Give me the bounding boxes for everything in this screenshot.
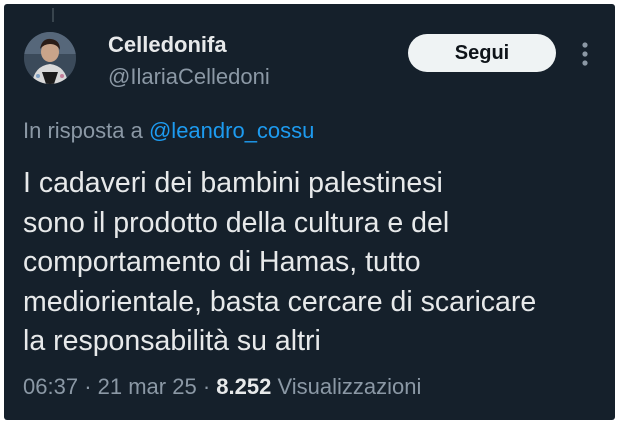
more-vertical-icon[interactable] (576, 40, 594, 68)
author-display-name[interactable]: Celledonifa (108, 32, 227, 58)
views-count[interactable]: 8.252 (216, 374, 271, 399)
tweet-date[interactable]: 21 mar 25 (98, 374, 197, 399)
tweet-text-line: la responsabilità su altri (23, 325, 321, 357)
tweet-card: Celledonifa @IlariaCelledoni Segui In ri… (4, 4, 615, 420)
follow-button[interactable]: Segui (408, 34, 556, 72)
avatar-image (24, 32, 76, 84)
views-label: Visualizzazioni (277, 374, 422, 399)
author-handle[interactable]: @IlariaCelledoni (108, 64, 270, 90)
tweet-text: I cadaveri dei bambini palestinesi sono … (23, 164, 603, 362)
tweet-text-line: sono il prodotto della cultura e del (23, 206, 450, 239)
meta-separator: · (202, 374, 211, 399)
tweet-meta: 06:37 · 21 mar 25 · 8.252 Visualizzazion… (23, 374, 421, 400)
reply-mention-link[interactable]: @leandro_cossu (149, 118, 314, 143)
avatar[interactable] (24, 32, 76, 84)
reply-prefix: In risposta a (23, 118, 143, 143)
thread-connector-line (52, 8, 54, 22)
tweet-text-line: comportamento di Hamas, tutto (23, 246, 421, 278)
meta-separator: · (84, 374, 92, 399)
reply-context: In risposta a @leandro_cossu (23, 118, 314, 144)
tweet-time[interactable]: 06:37 (23, 374, 78, 399)
tweet-text-line: mediorientale, basta cercare di scaricar… (23, 285, 537, 318)
tweet-text-line: I cadaveri dei bambini palestinesi (23, 167, 443, 199)
